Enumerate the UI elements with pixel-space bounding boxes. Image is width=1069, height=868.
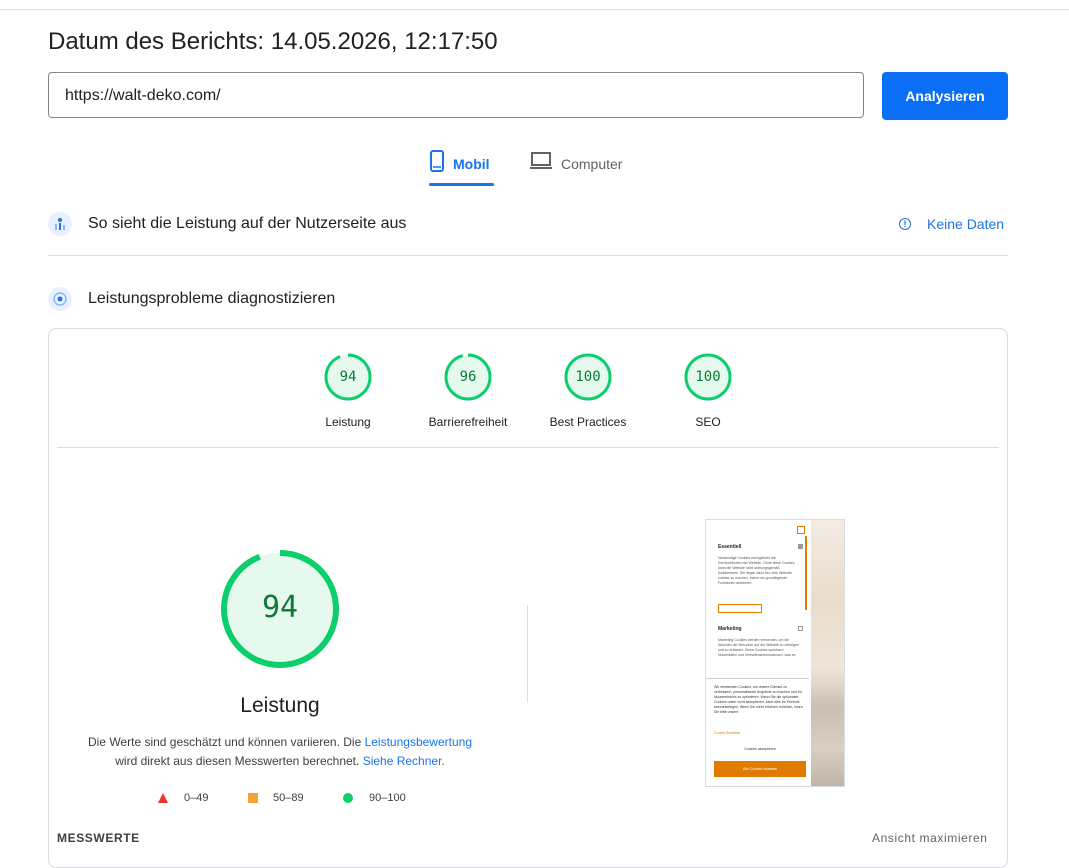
essential-checkbox[interactable]: [798, 544, 803, 549]
triangle-icon: [158, 793, 168, 803]
score-gauge-seo[interactable]: 100 SEO: [648, 353, 768, 429]
essential-text: Notwendige Cookies ermöglichen die Kernf…: [718, 556, 795, 585]
cookie-policy-link[interactable]: Cookie-Richtlinie: [714, 731, 740, 736]
marketing-heading: Marketing: [718, 626, 742, 632]
calculator-link[interactable]: Siehe Rechner: [363, 754, 442, 768]
info-icon: !: [899, 218, 911, 230]
score-value: 100: [575, 369, 601, 385]
maximize-view-button[interactable]: Ansicht maximieren: [872, 831, 988, 845]
legend-range: 50–89: [273, 792, 304, 804]
field-data-title: So sieht die Leistung auf der Nutzerseit…: [88, 215, 407, 232]
banner-text: Wir verwenden Cookies, um unsere Dienste…: [714, 685, 803, 714]
performance-scoring-link[interactable]: Leistungsbewertung: [365, 735, 472, 749]
score-label: Barrierefreiheit: [428, 415, 508, 429]
settings-button[interactable]: [718, 604, 762, 613]
no-data-link[interactable]: ! Keine Daten: [899, 216, 1004, 232]
url-field-box[interactable]: [48, 72, 864, 119]
score-label: Leistung: [325, 415, 371, 429]
score-label: SEO: [695, 415, 721, 429]
score-value: 94: [339, 369, 357, 385]
marketing-text: Marketing Cookies werden verwendet, um d…: [718, 638, 799, 657]
score-gauge-performance[interactable]: 94 Leistung: [288, 353, 408, 429]
performance-score: 94: [261, 590, 299, 625]
lab-target-icon: [48, 287, 72, 311]
close-icon[interactable]: [797, 526, 805, 534]
background-page-image: [811, 520, 844, 786]
allow-all-cookies-button[interactable]: Alle Cookies zulassen: [714, 761, 806, 777]
performance-description: Die Werte sind geschätzt und können vari…: [70, 733, 490, 771]
diagnose-title: Leistungsprobleme diagnostizieren: [88, 290, 336, 307]
cookie-banner: Wir verwenden Cookies, um unsere Dienste…: [706, 678, 809, 786]
cookie-settings-panel: Essentiell Notwendige Cookies ermögliche…: [706, 520, 807, 675]
marketing-checkbox[interactable]: [798, 626, 803, 631]
laptop-icon: [530, 152, 552, 169]
tab-computer[interactable]: Computer: [529, 150, 622, 186]
scrollbar[interactable]: [805, 536, 807, 610]
analyze-button[interactable]: Analysieren: [882, 72, 1008, 120]
report-date: Datum des Berichts: 14.05.2026, 12:17:50: [48, 28, 498, 55]
legend-good: 90–100: [342, 792, 406, 804]
no-data-label: Keine Daten: [927, 216, 1005, 232]
square-icon: [248, 793, 258, 803]
active-tab-indicator: [429, 183, 494, 186]
phone-icon: [430, 150, 444, 172]
legend-poor: 0–49: [157, 792, 208, 804]
diagnose-header: Leistungsprobleme diagnostizieren: [48, 287, 335, 311]
users-chart-icon: [48, 212, 72, 236]
desc-text: wird direkt aus diesen Messwerten berech…: [115, 754, 363, 768]
score-label: Best Practices: [549, 415, 627, 429]
accept-cookies-button[interactable]: Cookies akzeptieren: [706, 747, 814, 752]
score-value: 96: [459, 369, 477, 385]
card-divider: [57, 447, 999, 448]
metrics-heading: MESSWERTE: [57, 831, 140, 845]
page-screenshot[interactable]: Essentiell Notwendige Cookies ermögliche…: [705, 519, 845, 787]
score-gauge-best-practices[interactable]: 100 Best Practices: [528, 353, 648, 429]
tab-mobile-label: Mobil: [453, 156, 490, 172]
performance-title: Leistung: [240, 694, 320, 717]
url-input[interactable]: [63, 73, 847, 119]
score-gauge-accessibility[interactable]: 96 Barrierefreiheit: [408, 353, 528, 429]
legend-needs-improvement: 50–89: [247, 792, 304, 804]
tab-computer-label: Computer: [561, 156, 623, 172]
desc-text: .: [441, 754, 445, 768]
essential-heading: Essentiell: [718, 544, 742, 550]
tab-mobile[interactable]: Mobil: [429, 150, 494, 186]
desc-text: Die Werte sind geschätzt und können vari…: [87, 735, 365, 749]
score-value: 100: [695, 369, 721, 385]
legend-range: 0–49: [184, 792, 209, 804]
circle-icon: [343, 793, 353, 803]
top-divider: [0, 9, 1069, 10]
section-divider: [48, 255, 1008, 256]
field-data-header: So sieht die Leistung auf der Nutzerseit…: [48, 212, 406, 236]
legend-range: 90–100: [369, 792, 406, 804]
vertical-separator: [527, 605, 528, 703]
